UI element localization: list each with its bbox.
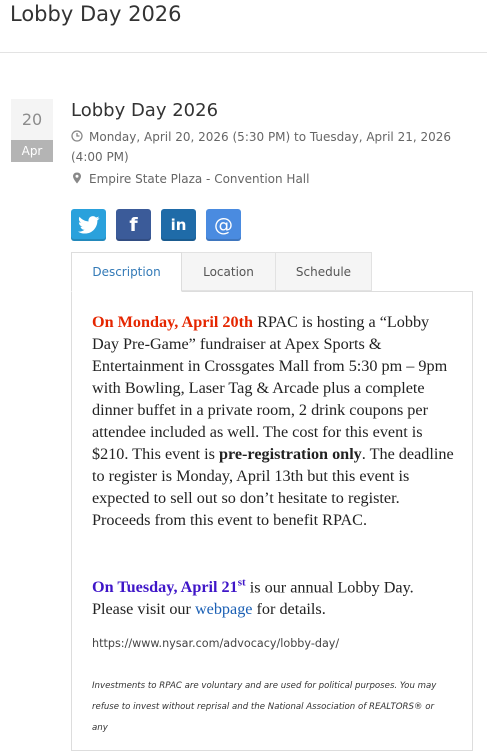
webpage-link[interactable]: webpage	[195, 600, 253, 618]
description-panel: On Monday, April 20th RPAC is hosting a …	[71, 291, 473, 751]
page-header: Lobby Day 2026	[0, 0, 487, 53]
tab-description[interactable]: Description	[71, 252, 182, 292]
event-location: Empire State Plaza - Convention Hall	[71, 169, 309, 189]
event-tabs: Description Location Schedule	[71, 252, 472, 292]
rpac-disclaimer: Investments to RPAC are voluntary and ar…	[92, 681, 437, 733]
date-day: 20	[11, 99, 53, 140]
event-location-text: Empire State Plaza - Convention Hall	[89, 172, 310, 186]
event-time: Monday, April 20, 2026 (5:30 PM) to Tues…	[71, 127, 466, 167]
tab-location[interactable]: Location	[181, 252, 276, 291]
description-paragraph-2: On Tuesday, April 21st is our annual Lob…	[92, 577, 414, 619]
email-icon: @	[214, 214, 233, 236]
linkedin-share-button[interactable]: in	[161, 209, 196, 241]
event-time-start: Monday, April 20, 2026 (5:30 PM) to Tues…	[89, 130, 452, 144]
monday-highlight: On Monday, April 20th	[92, 313, 254, 331]
date-month: Apr	[11, 140, 53, 162]
clock-icon	[71, 130, 83, 142]
twitter-share-button[interactable]	[71, 209, 106, 241]
event-title: Lobby Day 2026	[71, 100, 219, 121]
facebook-icon: f	[129, 214, 138, 236]
page-title: Lobby Day 2026	[10, 2, 182, 26]
linkedin-icon: in	[170, 216, 187, 234]
lobby-day-url: https://www.nysar.com/advocacy/lobby-day…	[92, 637, 340, 650]
email-share-button[interactable]: @	[206, 209, 241, 241]
twitter-bird-icon	[77, 216, 99, 234]
pre-registration-note: pre-registration only	[218, 445, 362, 463]
description-paragraph-1: On Monday, April 20th RPAC is hosting a …	[92, 313, 454, 529]
facebook-share-button[interactable]: f	[116, 209, 151, 241]
date-badge: 20 Apr	[11, 99, 53, 162]
event-time-end: (4:00 PM)	[71, 150, 129, 164]
tab-schedule[interactable]: Schedule	[275, 252, 372, 291]
map-pin-icon	[73, 172, 81, 184]
tuesday-highlight: On Tuesday, April 21st	[92, 577, 246, 597]
